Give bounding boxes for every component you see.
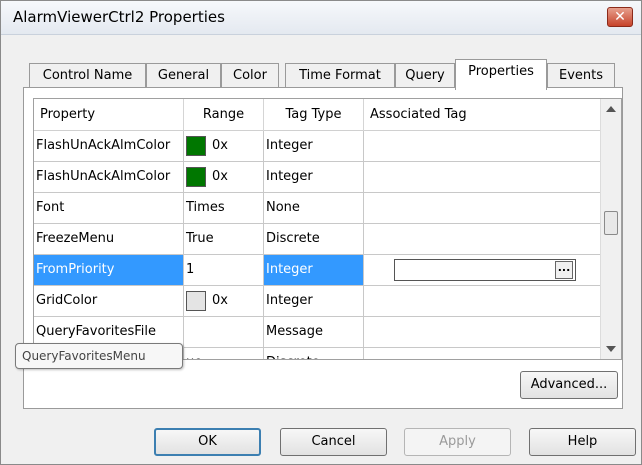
header-tag-type[interactable]: Tag Type [264,99,364,131]
vertical-scrollbar[interactable] [600,99,621,359]
tag-type-cell: Integer [264,255,364,286]
table-row-selected[interactable]: FromPriority 1 Integer ... [34,255,601,286]
tab-query[interactable]: Query [395,63,455,89]
range-cell[interactable]: 1 [184,255,264,286]
browse-tag-button[interactable]: ... [555,261,573,279]
range-cell[interactable]: 0x [184,162,264,193]
associated-tag-cell[interactable] [364,286,601,317]
scroll-down-icon[interactable] [606,346,616,352]
ellipsis-icon: ... [557,261,571,274]
properties-grid: Property Range Tag Type Associated Tag F… [33,98,622,360]
associated-tag-cell[interactable] [364,224,601,255]
property-name: FlashUnAckAlmColor [34,162,184,193]
scroll-thumb[interactable] [604,211,618,235]
tag-type-cell: Discrete [264,348,364,359]
color-swatch[interactable] [186,290,206,311]
table-row[interactable]: FreezeMenu True Discrete [34,224,601,255]
help-button[interactable]: Help [529,428,636,456]
color-swatch[interactable] [186,166,206,187]
title-bar: AlarmViewerCtrl2 Properties ✕ [1,1,641,35]
color-swatch[interactable] [186,135,206,156]
associated-tag-cell[interactable] [364,193,601,224]
property-name: Font [34,193,184,224]
tag-type-cell: Integer [264,162,364,193]
tab-properties[interactable]: Properties [455,59,547,90]
range-cell[interactable]: ue [184,348,264,359]
tag-type-cell: None [264,193,364,224]
range-cell[interactable]: True [184,224,264,255]
tag-type-cell: Integer [264,286,364,317]
apply-button[interactable]: Apply [404,428,511,456]
grid-header: Property Range Tag Type Associated Tag [34,99,601,131]
table-row[interactable]: GridColor 0x Integer [34,286,601,317]
range-cell[interactable]: 0x [184,131,264,162]
range-cell[interactable] [184,317,264,348]
tab-color[interactable]: Color [221,63,279,89]
associated-tag-cell[interactable] [364,131,601,162]
table-row[interactable]: FlashUnAckAlmColor 0x Integer [34,162,601,193]
associated-tag-cell[interactable] [364,348,601,359]
associated-tag-cell[interactable] [364,317,601,348]
window-title: AlarmViewerCtrl2 Properties [13,8,225,26]
property-name: FlashUnAckAlmColor [34,131,184,162]
associated-tag-cell[interactable] [364,162,601,193]
properties-dialog: AlarmViewerCtrl2 Properties ✕ Control Na… [0,0,642,465]
range-value: 0x [212,169,228,184]
advanced-button[interactable]: Advanced... [520,371,618,399]
associated-tag-cell[interactable]: ... [364,255,601,286]
associated-tag-input[interactable]: ... [394,259,576,281]
header-associated-tag[interactable]: Associated Tag [364,99,601,131]
header-property[interactable]: Property [34,99,184,131]
header-range[interactable]: Range [184,99,264,131]
ok-button[interactable]: OK [154,428,261,456]
property-name: FromPriority [34,255,184,286]
close-button[interactable]: ✕ [607,7,633,27]
table-row[interactable]: FlashUnAckAlmColor 0x Integer [34,131,601,162]
tag-type-cell: Integer [264,131,364,162]
cancel-button[interactable]: Cancel [280,428,387,456]
scroll-up-icon[interactable] [606,106,616,112]
range-value: 0x [212,293,228,308]
range-cell[interactable]: 0x [184,286,264,317]
tab-general[interactable]: General [146,63,221,89]
property-name: FreezeMenu [34,224,184,255]
tab-control-name[interactable]: Control Name [29,63,146,89]
tag-type-cell: Discrete [264,224,364,255]
range-cell[interactable]: Times [184,193,264,224]
table-row[interactable]: Font Times None [34,193,601,224]
property-name: GridColor [34,286,184,317]
tab-time-format[interactable]: Time Format [285,63,395,89]
tab-events[interactable]: Events [547,63,615,89]
tag-type-cell: Message [264,317,364,348]
close-icon: ✕ [614,9,626,25]
property-tooltip: QueryFavoritesMenu [15,343,183,369]
range-value: 0x [212,138,228,153]
